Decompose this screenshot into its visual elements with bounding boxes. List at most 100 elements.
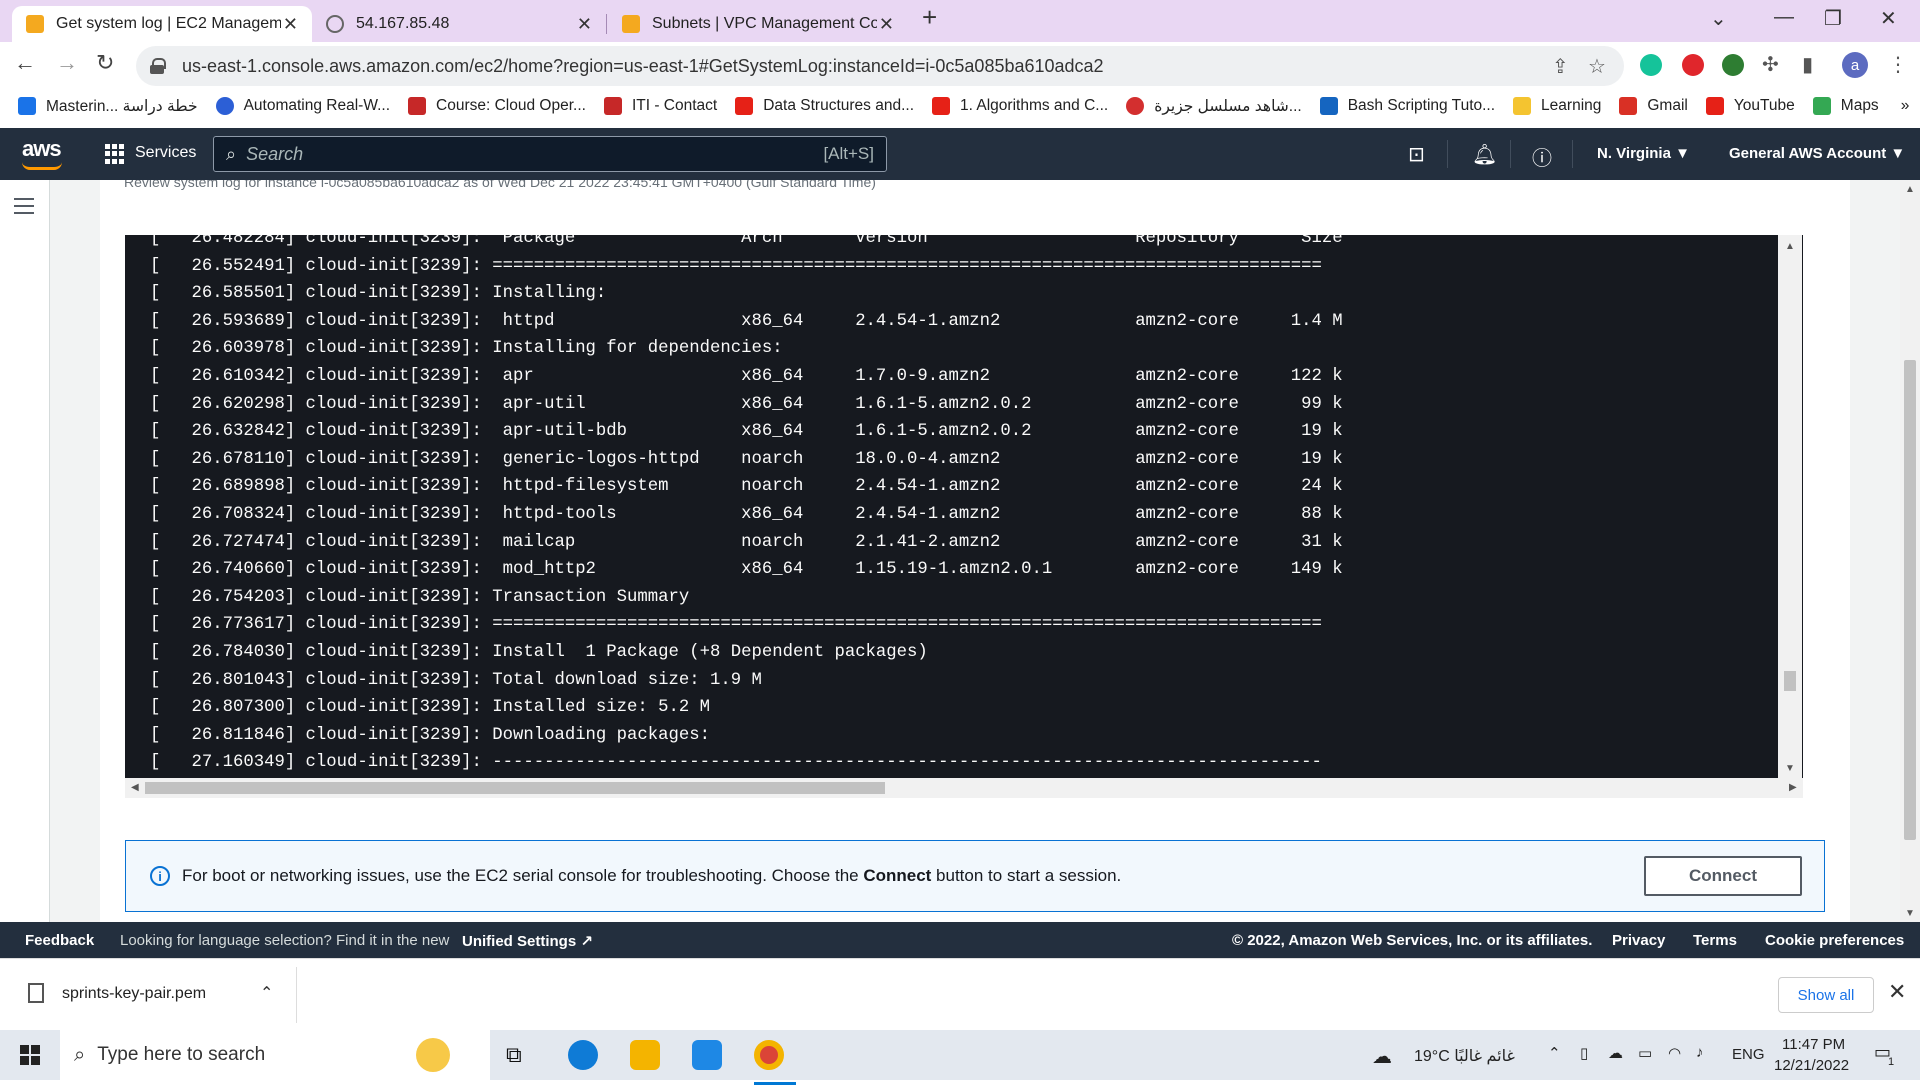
scroll-down-icon[interactable]: ▼ xyxy=(1905,908,1915,919)
bell-icon[interactable]: 🔔︎ xyxy=(1472,142,1497,167)
terms-link[interactable]: Terms xyxy=(1693,932,1737,949)
scroll-up-icon[interactable]: ▲ xyxy=(1905,184,1915,195)
side-panel-icon[interactable]: ▮ xyxy=(1802,52,1813,77)
chevron-up-icon[interactable]: ⌃ xyxy=(260,983,273,1003)
chrome-icon[interactable] xyxy=(754,1040,796,1085)
bookmark-learning[interactable]: Learning xyxy=(1513,97,1601,115)
file-explorer-icon[interactable] xyxy=(630,1040,660,1070)
close-download-bar-icon[interactable]: ✕ xyxy=(1888,979,1906,1005)
privacy-link[interactable]: Privacy xyxy=(1612,932,1665,949)
clock-time[interactable]: 11:47 PM xyxy=(1782,1036,1845,1053)
connect-button[interactable]: Connect xyxy=(1644,856,1802,896)
language-indicator[interactable]: ENG xyxy=(1732,1046,1765,1063)
share-icon[interactable]: ⇪ xyxy=(1552,54,1569,79)
scroll-down-icon[interactable]: ▼ xyxy=(1785,763,1795,774)
scroll-thumb[interactable] xyxy=(145,782,885,794)
grammarly-icon[interactable] xyxy=(1640,54,1662,76)
close-tab-icon[interactable]: ✕ xyxy=(283,14,298,35)
lock-icon[interactable] xyxy=(150,58,166,74)
tab-subnets[interactable]: Subnets | VPC Management Con ✕ xyxy=(608,6,908,42)
unified-settings-link[interactable]: Unified Settings ↗ xyxy=(462,932,593,950)
services-menu[interactable]: Services xyxy=(135,144,196,162)
page-scrollbar[interactable]: ▲ ▼ xyxy=(1900,180,1920,922)
volume-icon[interactable]: ♪ xyxy=(1696,1044,1704,1061)
minimize-icon[interactable]: — xyxy=(1774,6,1794,29)
windows-start-icon[interactable] xyxy=(20,1045,40,1065)
close-tab-icon[interactable]: ✕ xyxy=(879,14,894,35)
feedback-link[interactable]: Feedback xyxy=(25,932,94,949)
extensions-puzzle-icon[interactable]: ✣ xyxy=(1762,52,1779,77)
taskbar-search-box[interactable]: ⌕ Type here to search xyxy=(60,1030,490,1080)
region-selector[interactable]: N. Virginia ▼ xyxy=(1597,145,1690,162)
reload-icon[interactable]: ↻ xyxy=(96,50,114,76)
tab-title: 54.167.85.48 xyxy=(356,15,450,32)
task-view-icon[interactable]: ⧉ xyxy=(506,1042,536,1072)
close-window-icon[interactable]: ✕ xyxy=(1880,6,1897,31)
download-bar: sprints-key-pair.pem ⌃ Show all ✕ xyxy=(0,958,1920,1030)
scroll-left-icon[interactable]: ◀ xyxy=(131,782,139,793)
browser-menu-icon[interactable]: ⋮ xyxy=(1888,52,1908,77)
battery-icon[interactable]: ▭ xyxy=(1638,1044,1652,1062)
profile-avatar[interactable]: a xyxy=(1842,52,1868,78)
weather-illustration-icon xyxy=(416,1038,450,1072)
aws-footer: Feedback Looking for language selection?… xyxy=(0,922,1920,958)
tab-get-system-log[interactable]: Get system log | EC2 Managemen ✕ xyxy=(12,6,312,42)
bookmark-arabic-series[interactable]: شاهد مسلسل جزيرة... xyxy=(1126,97,1302,116)
account-menu[interactable]: General AWS Account ▼ xyxy=(1729,145,1905,162)
opera-icon[interactable] xyxy=(1682,54,1704,76)
scroll-right-icon[interactable]: ▶ xyxy=(1789,782,1797,793)
restore-icon[interactable]: ❐ xyxy=(1824,6,1842,31)
language-hint: Looking for language selection? Find it … xyxy=(120,932,450,949)
aws-search-input[interactable]: ⌕ Search [Alt+S] xyxy=(213,136,887,172)
menu-icon[interactable] xyxy=(14,198,34,214)
tab-ip-address[interactable]: 54.167.85.48 ✕ xyxy=(312,6,606,42)
bookmark-iti-contact[interactable]: ITI - Contact xyxy=(603,97,717,115)
cookie-preferences-link[interactable]: Cookie preferences xyxy=(1765,932,1904,949)
download-file-name[interactable]: sprints-key-pair.pem xyxy=(62,985,206,1003)
scroll-thumb[interactable] xyxy=(1904,360,1916,840)
aws-logo[interactable]: aws xyxy=(22,136,62,170)
log-line: [ 26.585501] cloud-init[3239]: Installin… xyxy=(150,284,607,304)
bookmark-star-icon[interactable]: ☆ xyxy=(1588,54,1606,79)
search-shortcut: [Alt+S] xyxy=(823,144,874,163)
new-tab-button[interactable]: + xyxy=(922,2,937,33)
globe-extension-icon[interactable] xyxy=(1722,54,1744,76)
log-vertical-scrollbar[interactable]: ▲ ▼ xyxy=(1778,235,1802,778)
bookmark-masterin[interactable]: Masterin... خطة دراسة xyxy=(18,97,198,116)
edge-icon[interactable] xyxy=(568,1040,598,1070)
cloudshell-icon[interactable]: ⊡ xyxy=(1408,142,1425,167)
bookmark-gmail[interactable]: Gmail xyxy=(1619,97,1688,115)
bookmark-maps[interactable]: Maps xyxy=(1812,97,1879,115)
system-log-console[interactable]: [ 26.482284] cloud-init[3239]: Package A… xyxy=(125,235,1803,778)
weather-text[interactable]: 19°C غائم غالبًا xyxy=(1414,1046,1515,1066)
bookmark-course-cloud[interactable]: Course: Cloud Oper... xyxy=(408,97,586,115)
mail-icon[interactable] xyxy=(692,1040,722,1070)
log-horizontal-scrollbar[interactable]: ◀ ▶ xyxy=(125,778,1803,798)
system-log-panel: Review system log for instance i-0c5a085… xyxy=(100,180,1850,922)
log-line: [ 26.754203] cloud-init[3239]: Transacti… xyxy=(150,587,690,607)
bookmark-algorithms[interactable]: 1. Algorithms and C... xyxy=(932,97,1108,115)
bookmarks-overflow-button[interactable]: » xyxy=(1901,97,1910,115)
forward-icon[interactable]: → xyxy=(56,50,78,76)
bookmark-data-structures[interactable]: Data Structures and... xyxy=(735,97,914,115)
show-all-button[interactable]: Show all xyxy=(1778,977,1874,1013)
wifi-icon[interactable]: ◠ xyxy=(1668,1044,1681,1062)
scroll-up-icon[interactable]: ▲ xyxy=(1785,241,1795,252)
bookmark-automating[interactable]: Automating Real-W... xyxy=(215,97,390,115)
chevron-up-icon[interactable]: ⌃ xyxy=(1548,1044,1561,1062)
url-text[interactable]: us-east-1.console.aws.amazon.com/ec2/hom… xyxy=(182,56,1104,77)
help-icon[interactable]: ⓘ xyxy=(1532,142,1552,171)
clock-date[interactable]: 12/21/2022 xyxy=(1774,1057,1849,1074)
cloudy-weather-icon[interactable]: ☁ xyxy=(1372,1044,1392,1069)
close-tab-icon[interactable]: ✕ xyxy=(577,14,592,35)
bookmark-bash-scripting[interactable]: Bash Scripting Tuto... xyxy=(1319,97,1495,115)
device-icon[interactable]: ▯ xyxy=(1580,1044,1588,1062)
address-bar[interactable]: us-east-1.console.aws.amazon.com/ec2/hom… xyxy=(136,46,1624,86)
bookmark-label: 1. Algorithms and C... xyxy=(960,97,1109,114)
onedrive-icon[interactable]: ☁ xyxy=(1608,1044,1623,1062)
services-grid-icon[interactable] xyxy=(105,144,125,164)
scroll-thumb[interactable] xyxy=(1784,671,1796,691)
tab-search-chevron-icon[interactable]: ⌄ xyxy=(1710,6,1727,31)
bookmark-youtube[interactable]: YouTube xyxy=(1705,97,1795,115)
back-icon[interactable]: ← xyxy=(14,50,36,76)
